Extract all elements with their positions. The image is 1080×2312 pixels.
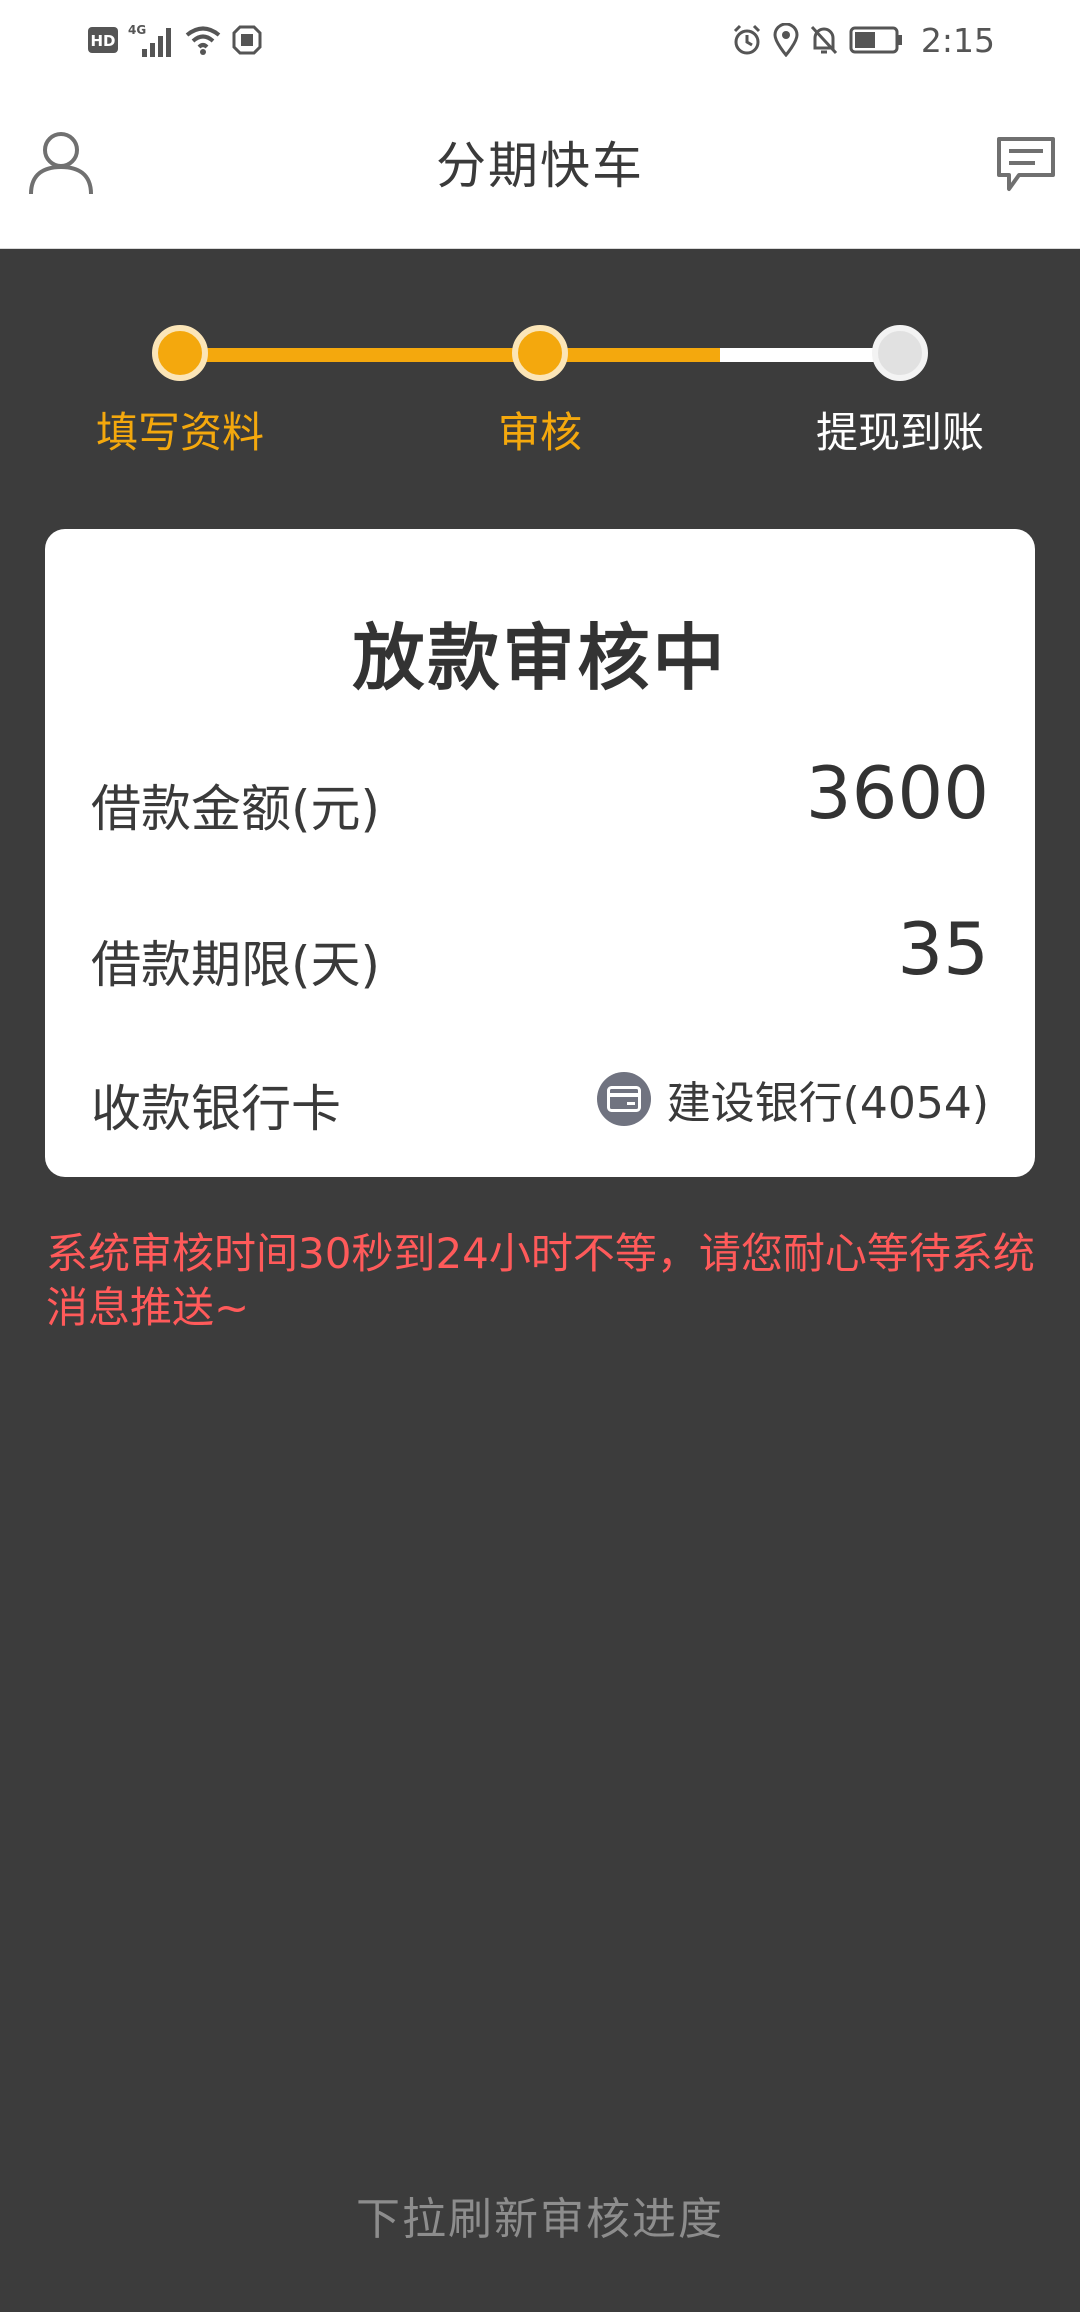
- wifi-icon: [185, 26, 221, 55]
- bank-card-value: 建设银行(4054): [666, 1078, 989, 1129]
- loan-term-value: 35: [897, 907, 989, 991]
- location-icon: [773, 23, 799, 57]
- progress-stepper: 填写资料 审核 提现到账: [0, 249, 1080, 457]
- signal-icon: 4G: [128, 23, 171, 57]
- message-icon[interactable]: [995, 135, 1057, 193]
- review-time-notice: 系统审核时间30秒到24小时不等，请您耐心等待系统消息推送~: [46, 1229, 1035, 1332]
- app-header: 分期快车: [0, 80, 1080, 249]
- nfc-icon: [232, 25, 262, 55]
- step-dot-fill-info: [152, 325, 208, 381]
- bank-card-label: 收款银行卡: [91, 1080, 341, 1138]
- step-label-fill-info: 填写资料: [95, 408, 264, 457]
- page-title: 分期快车: [436, 137, 644, 195]
- svg-text:HD: HD: [90, 32, 115, 50]
- bank-card-info[interactable]: 建设银行(4054): [596, 1067, 989, 1131]
- status-right-icons: 2:15: [731, 21, 995, 60]
- credit-card-icon: [596, 1072, 651, 1126]
- step-label-review: 审核: [497, 408, 582, 457]
- stepper-track-completed: [180, 348, 720, 362]
- status-left-icons: HD 4G: [88, 23, 262, 57]
- alarm-icon: [733, 24, 760, 55]
- status-time: 2:15: [920, 20, 995, 60]
- step-dot-review: [512, 325, 568, 381]
- mute-bell-icon: [810, 25, 837, 55]
- battery-icon: [849, 26, 902, 54]
- hd-icon: HD: [88, 27, 118, 53]
- step-dot-withdraw: [872, 325, 928, 381]
- svg-text:4G: 4G: [128, 23, 146, 37]
- card-title: 放款审核中: [352, 616, 728, 700]
- status-bar: HD 4G 2:15: [0, 0, 1080, 80]
- step-label-withdraw: 提现到账: [815, 408, 984, 457]
- loan-status-card: 放款审核中 借款金额(元) 3600 借款期限(天) 35 收款银行卡 建设银行…: [45, 529, 1035, 1177]
- loan-term-label: 借款期限(天): [91, 936, 381, 994]
- pull-refresh-hint: 下拉刷新审核进度: [356, 2194, 724, 2245]
- loan-amount-value: 3600: [805, 751, 989, 835]
- loan-amount-label: 借款金额(元): [91, 780, 381, 838]
